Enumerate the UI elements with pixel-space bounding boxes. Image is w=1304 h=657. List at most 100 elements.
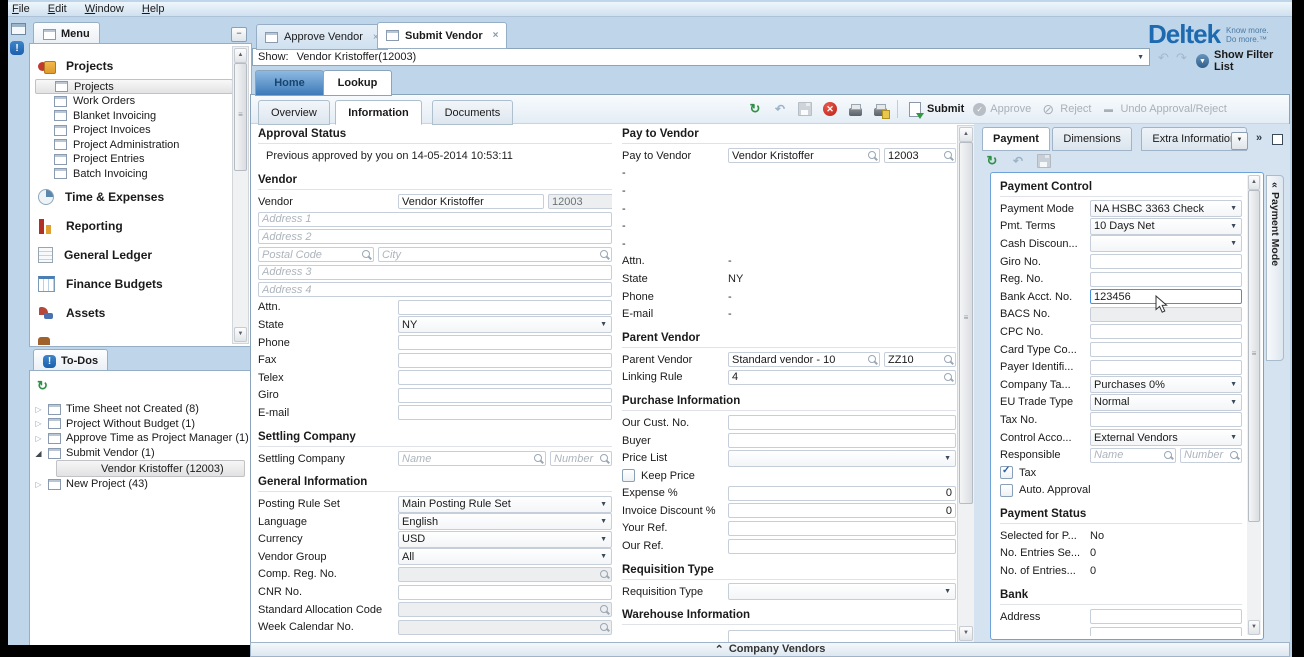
payment-mode-dropdown[interactable]: NA HSBC 3363 Check▼ — [1090, 200, 1242, 217]
eu-trade-type-dropdown[interactable]: Normal▼ — [1090, 394, 1242, 411]
keep-price-checkbox[interactable] — [622, 469, 635, 482]
todos-refresh-icon[interactable]: ↻ — [37, 378, 48, 393]
giro-no-input[interactable] — [1090, 254, 1242, 269]
city-input[interactable] — [378, 247, 612, 262]
sidebar-item-projects[interactable]: Projects — [35, 79, 233, 94]
nav-forward-icon[interactable]: ↷ — [1176, 50, 1187, 66]
reject-button[interactable]: ⊘Reject — [1040, 101, 1091, 117]
tax-checkbox[interactable] — [1000, 466, 1013, 479]
phone-input[interactable] — [398, 335, 612, 350]
pmt-terms-dropdown[interactable]: 10 Days Net▼ — [1090, 218, 1242, 235]
save-icon[interactable] — [797, 101, 813, 117]
address-1-input[interactable] — [258, 212, 612, 227]
sidebar-item-batch-invoicing[interactable]: Batch Invoicing — [30, 167, 251, 182]
collapse-icon[interactable]: ◢ — [34, 449, 43, 458]
show-filter-list-button[interactable]: ▼ Show Filter List — [1196, 49, 1290, 73]
address-3-input[interactable] — [258, 265, 612, 280]
posting-rule-set-dropdown[interactable]: Main Posting Rule Set▼ — [398, 496, 612, 513]
todo-item-approve-time-as-project-manager-1[interactable]: ▷Approve Time as Project Manager (1) — [30, 431, 251, 446]
collapse-panel-icon[interactable]: » — [1256, 132, 1262, 144]
todo-item-new-project-43[interactable]: ▷New Project (43) — [30, 477, 251, 492]
control-acco-dropdown[interactable]: External Vendors▼ — [1090, 429, 1242, 446]
scroll-up-button[interactable]: ▲ — [959, 127, 973, 142]
address-input[interactable] — [1090, 609, 1242, 624]
menu-group-assets[interactable]: Assets — [38, 300, 251, 326]
telex-input[interactable] — [398, 370, 612, 385]
menu-group-finance-budgets[interactable]: Finance Budgets — [38, 271, 251, 297]
undo-icon[interactable]: ↶ — [1010, 153, 1026, 169]
menu-group-reporting[interactable]: Reporting — [38, 213, 251, 239]
tab-overview[interactable]: Overview — [258, 100, 330, 125]
scroll-thumb[interactable]: ≡ — [1248, 190, 1260, 522]
price-list-dropdown[interactable]: ▼ — [728, 450, 956, 467]
refresh-icon[interactable]: ↻ — [984, 153, 1000, 169]
pay-to-vendor-input[interactable] — [728, 148, 880, 163]
state-dropdown[interactable]: NY▼ — [398, 316, 612, 333]
payer-identifi-input[interactable] — [1090, 360, 1242, 375]
currency-dropdown[interactable]: USD▼ — [398, 531, 612, 548]
tab-documents[interactable]: Documents — [432, 100, 514, 125]
card-type-co-input[interactable] — [1090, 342, 1242, 357]
language-dropdown[interactable]: English▼ — [398, 513, 612, 530]
cpc-no-input[interactable] — [1090, 324, 1242, 339]
fax-input[interactable] — [398, 353, 612, 368]
approve-button[interactable]: ✓Approve — [973, 103, 1031, 116]
sidebar-item-project-invoices[interactable]: Project Invoices — [30, 123, 251, 138]
scroll-thumb[interactable]: ≡ — [234, 63, 247, 171]
week-calendar-no-input[interactable] — [398, 620, 612, 635]
menu-window[interactable]: Window — [85, 3, 124, 15]
field-input[interactable] — [1090, 627, 1242, 636]
our-ref-input[interactable] — [728, 539, 956, 554]
e-mail-input[interactable] — [398, 405, 612, 420]
tab-todos[interactable]: ! To-Dos — [33, 349, 108, 372]
requisition-type-dropdown[interactable]: ▼ — [728, 583, 956, 600]
doc-tab-approve-vendor[interactable]: Approve Vendor× — [256, 24, 388, 50]
undo-approval-reject-button[interactable]: ▬Undo Approval/Reject — [1100, 101, 1226, 117]
scroll-down-button[interactable]: ▼ — [959, 626, 973, 641]
submit-button[interactable]: Submit — [907, 101, 964, 117]
show-dropdown-icon[interactable]: ▼ — [1137, 54, 1144, 61]
todo-alert-icon[interactable]: ! — [10, 41, 24, 55]
reg-no-input[interactable] — [1090, 272, 1242, 287]
scroll-up-button[interactable]: ▲ — [1248, 175, 1260, 190]
undo-icon[interactable]: ↶ — [772, 101, 788, 117]
print-icon[interactable] — [847, 101, 863, 117]
menu-help[interactable]: Help — [142, 3, 165, 15]
address-2-input[interactable] — [258, 229, 612, 244]
tax-no-input[interactable] — [1090, 412, 1242, 427]
todo-item-submit-vendor-1[interactable]: ◢Submit Vendor (1) — [30, 446, 251, 461]
todo-item-time-sheet-not-created-8[interactable]: ▷Time Sheet not Created (8) — [30, 402, 251, 417]
refresh-icon[interactable]: ↻ — [747, 101, 763, 117]
parent-vendor-input[interactable] — [728, 352, 880, 367]
invoice-discount-input[interactable] — [728, 503, 956, 518]
comp-reg-no-input[interactable] — [398, 567, 612, 582]
sidebar-item-project-administration[interactable]: Project Administration — [30, 138, 251, 153]
panel-scrollbar[interactable]: ▲ ≡ ▼ — [1247, 175, 1261, 635]
buyer-input[interactable] — [728, 433, 956, 448]
address-4-input[interactable] — [258, 282, 612, 297]
company-vendors-bar[interactable]: ⌃ Company Vendors — [250, 642, 1290, 657]
expand-icon[interactable]: ▷ — [34, 405, 43, 414]
menu-scrollbar[interactable]: ▲ ≡ ▼ — [232, 46, 249, 344]
form-scrollbar[interactable]: ▲ ≡ ▼ — [957, 125, 975, 643]
scroll-down-button[interactable]: ▼ — [234, 327, 247, 342]
nav-back-icon[interactable]: ↶ — [1158, 50, 1169, 66]
vendor-input[interactable] — [398, 194, 544, 209]
scroll-up-button[interactable]: ▲ — [234, 48, 247, 63]
close-icon[interactable]: × — [493, 30, 499, 41]
auto-approval-checkbox[interactable] — [1000, 484, 1013, 497]
tab-dimensions[interactable]: Dimensions — [1052, 127, 1131, 151]
expand-icon[interactable]: ▷ — [34, 434, 43, 443]
workspace-window-icon[interactable] — [11, 23, 26, 35]
menu-edit[interactable]: Edit — [48, 3, 67, 15]
menu-group-general-ledger[interactable]: General Ledger — [38, 242, 251, 268]
giro-input[interactable] — [398, 388, 612, 403]
linking-rule-input[interactable] — [728, 370, 956, 385]
tab-information[interactable]: Information — [335, 100, 422, 125]
menu-group-projects[interactable]: Projects — [38, 53, 251, 79]
tab-lookup[interactable]: Lookup — [323, 70, 392, 96]
collapsed-tab-payment-mode[interactable]: « Payment Mode — [1266, 175, 1284, 361]
tab-overflow-dropdown[interactable]: ▼ — [1231, 132, 1248, 150]
cash-discoun-dropdown[interactable]: ▼ — [1090, 235, 1242, 252]
expand-icon[interactable]: ▷ — [34, 480, 43, 489]
